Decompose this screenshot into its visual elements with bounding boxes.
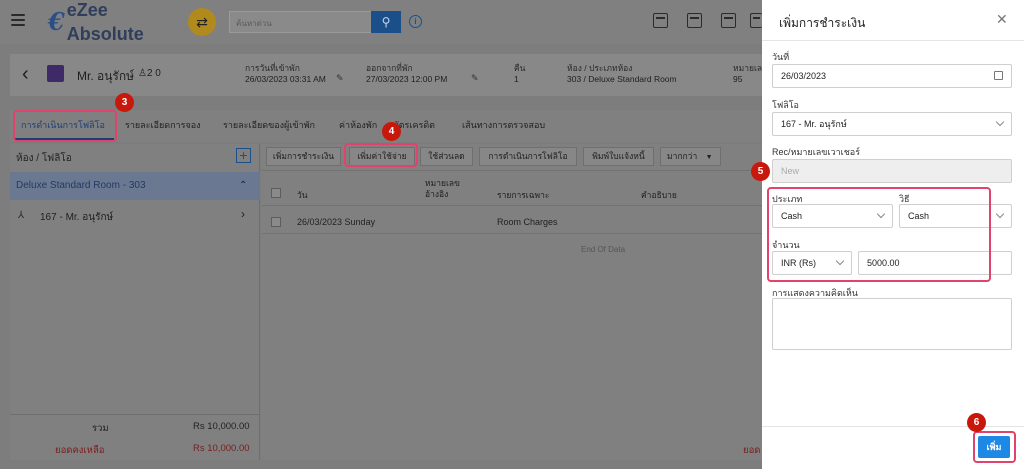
guest-counts: ♙2 0 xyxy=(138,68,161,79)
tab-booking-details[interactable]: รายละเอียดการจอง xyxy=(125,118,201,132)
more-dropdown[interactable]: มากกว่า ▼ xyxy=(660,147,721,166)
room-type-label: ห้อง / ประเภทห้อง xyxy=(567,63,633,73)
step-badge: 3 xyxy=(115,93,134,112)
caret-down-icon: ▼ xyxy=(705,154,713,161)
balance-label: ยอดคงเหลือ xyxy=(55,445,105,456)
row-date: 26/03/2023 Sunday xyxy=(297,217,376,227)
print-invoice-button[interactable]: พิมพ์ใบแจ้งหนี้ xyxy=(583,147,654,166)
col-desc-header: คำอธิบาย xyxy=(641,190,677,200)
add-payment-button[interactable]: เพิ่มการชำระเงิน xyxy=(266,147,341,166)
logo-text: eZee Absolute xyxy=(66,0,144,44)
highlight-box xyxy=(13,110,117,142)
divider xyxy=(262,170,762,171)
search-button[interactable]: ⚲ xyxy=(371,11,401,33)
adult-icon: ♙ xyxy=(138,68,147,79)
more-label: มากกว่า xyxy=(667,151,698,161)
add-folio-button[interactable]: + xyxy=(236,148,251,163)
nights-label: คืน xyxy=(514,63,526,73)
close-icon[interactable]: ✕ xyxy=(996,11,1008,28)
info-icon[interactable]: i xyxy=(409,15,422,28)
tab-audit-trail[interactable]: เส้นทางการตรวจสอบ xyxy=(462,118,545,132)
folio-select[interactable]: 167 - Mr. อนุรักษ์ xyxy=(772,112,1012,136)
shuffle-icon[interactable]: ⇄ xyxy=(188,8,216,36)
folio-item[interactable]: 167 - Mr. อนุรักษ์ xyxy=(40,210,113,225)
guest-count-values: 2 0 xyxy=(146,68,161,79)
search-icon: ⚲ xyxy=(381,15,391,29)
col-date-header: วัน xyxy=(297,190,308,200)
room-label: Deluxe Standard Room - 303 xyxy=(16,180,146,191)
date-value: 26/03/2023 xyxy=(781,71,827,81)
logo-mark-icon: € xyxy=(48,7,65,36)
chevron-down-icon xyxy=(995,209,1005,219)
highlight-box xyxy=(767,187,991,282)
folio-label: โฟลิโอ xyxy=(772,100,799,110)
edit-icon[interactable]: ✎ xyxy=(336,73,344,84)
edit-icon[interactable]: ✎ xyxy=(471,73,479,84)
number-label: หมายเล xyxy=(733,63,763,73)
discount-button[interactable]: ใช้ส่วนลด xyxy=(420,147,473,166)
balance-value: Rs 10,000.00 xyxy=(193,443,250,454)
checkout-label: ออกจากที่พัก xyxy=(366,63,413,73)
end-of-data: End Of Data xyxy=(581,245,626,254)
calendar-icon[interactable] xyxy=(687,13,702,28)
chevron-right-icon[interactable]: › xyxy=(241,207,245,221)
step-badge: 4 xyxy=(382,122,401,141)
step-badge: 6 xyxy=(967,413,986,432)
back-arrow-icon[interactable]: ‹ xyxy=(22,63,29,86)
voucher-value: New xyxy=(781,166,800,176)
row-item: Room Charges xyxy=(497,217,558,227)
chevron-down-icon xyxy=(995,117,1005,127)
folio-operations-button[interactable]: การดำเนินการโฟลิโอ xyxy=(479,147,577,166)
tab-room-charges[interactable]: ค่าห้องพัก xyxy=(339,118,377,132)
menu-icon[interactable] xyxy=(11,14,25,26)
comment-textarea[interactable] xyxy=(772,298,1012,350)
divider xyxy=(10,414,260,415)
folio-panel-title: ห้อง / โฟลิโอ xyxy=(16,153,72,164)
step-badge: 5 xyxy=(751,162,770,181)
voucher-field: New xyxy=(772,159,1012,183)
nights-value: 1 xyxy=(514,74,519,84)
checkin-label: การวันที่เข้าพัก xyxy=(245,63,300,73)
calendar-add-icon[interactable] xyxy=(653,13,668,28)
date-label: วันที่ xyxy=(772,52,790,62)
divider xyxy=(262,233,762,234)
col-ref-header: หมายเลข อ้างอิง xyxy=(425,178,460,199)
calendar-grid-icon[interactable] xyxy=(721,13,736,28)
person-icon: ⅄ xyxy=(18,210,25,221)
folio-value: 167 - Mr. อนุรักษ์ xyxy=(781,119,847,129)
calendar-icon xyxy=(994,71,1003,80)
chevron-up-icon[interactable]: ⌃ xyxy=(239,180,247,191)
booking-grid-icon xyxy=(47,65,64,82)
select-all-checkbox[interactable] xyxy=(271,188,281,198)
date-field[interactable]: 26/03/2023 xyxy=(772,64,1012,88)
voucher-label: Rec/หมายเลขเวาเชอร์ xyxy=(772,147,861,157)
col-item-header: รายการเฉพาะ xyxy=(497,190,550,200)
search-input[interactable]: ค้นหาด่วน xyxy=(229,11,371,33)
row-checkbox[interactable] xyxy=(271,217,281,227)
guest-name: Mr. อนุรักษ์ xyxy=(77,69,135,83)
checkout-value: 27/03/2023 12:00 PM xyxy=(366,74,448,84)
balance-right-label: ยอด xyxy=(743,445,761,456)
total-value: Rs 10,000.00 xyxy=(193,421,250,432)
drawer-title: เพิ่มการชำระเงิน xyxy=(779,16,866,30)
total-label: รวม xyxy=(92,423,109,434)
highlight-box xyxy=(344,143,418,167)
divider xyxy=(762,40,1024,41)
highlight-box xyxy=(973,431,1016,463)
room-type-value: 303 / Deluxe Standard Room xyxy=(567,74,677,84)
calendar-more-icon[interactable] xyxy=(750,13,762,28)
divider xyxy=(262,205,762,206)
app-logo: € eZee Absolute xyxy=(48,0,178,44)
tab-guest-details[interactable]: รายละเอียดของผู้เข้าพัก xyxy=(223,118,315,132)
number-value: 95 xyxy=(733,74,743,84)
checkin-value: 26/03/2023 03:31 AM xyxy=(245,74,326,84)
